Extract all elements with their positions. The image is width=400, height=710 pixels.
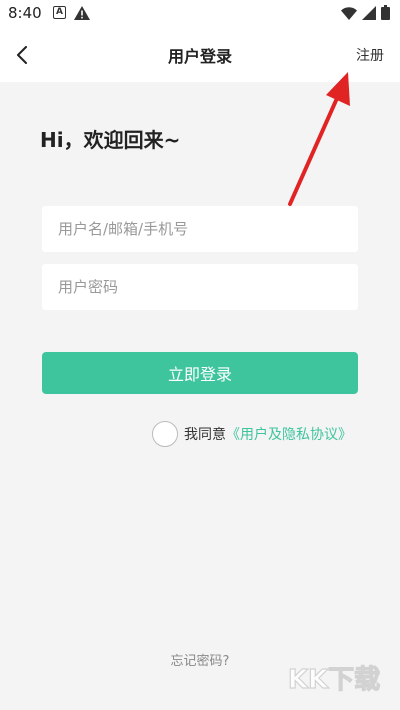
username-input[interactable] xyxy=(42,206,358,252)
battery-icon xyxy=(381,5,390,24)
page-title: 用户登录 xyxy=(167,47,232,66)
agreement-row: 我同意 《用户及隐私协议》 xyxy=(152,420,352,448)
warning-icon xyxy=(74,5,90,24)
login-content: Hi，欢迎回来~ 立即登录 我同意 《用户及隐私协议》 忘记密码? xyxy=(0,82,400,710)
wifi-icon xyxy=(341,5,357,24)
status-bar: 8:40 A xyxy=(0,0,400,28)
status-time: 8:40 xyxy=(8,4,42,22)
password-input[interactable] xyxy=(42,264,358,310)
agreement-label: 我同意 xyxy=(184,427,226,443)
greeting-heading: Hi，欢迎回来~ xyxy=(40,128,181,152)
status-icons xyxy=(341,5,390,24)
forgot-password-label: 忘记密码? xyxy=(170,654,230,669)
nav-bar: 用户登录 注册 xyxy=(0,28,400,82)
privacy-agreement-link[interactable]: 《用户及隐私协议》 xyxy=(226,424,352,444)
signal-icon xyxy=(362,5,376,24)
svg-text:KK下载: KK下载 xyxy=(288,665,380,695)
register-link[interactable]: 注册 xyxy=(356,45,384,65)
kk-watermark-logo: KK下载 xyxy=(287,664,380,695)
login-button[interactable]: 立即登录 xyxy=(42,352,358,394)
agreement-checkbox[interactable] xyxy=(152,421,178,447)
a-notification-icon: A xyxy=(53,6,66,19)
